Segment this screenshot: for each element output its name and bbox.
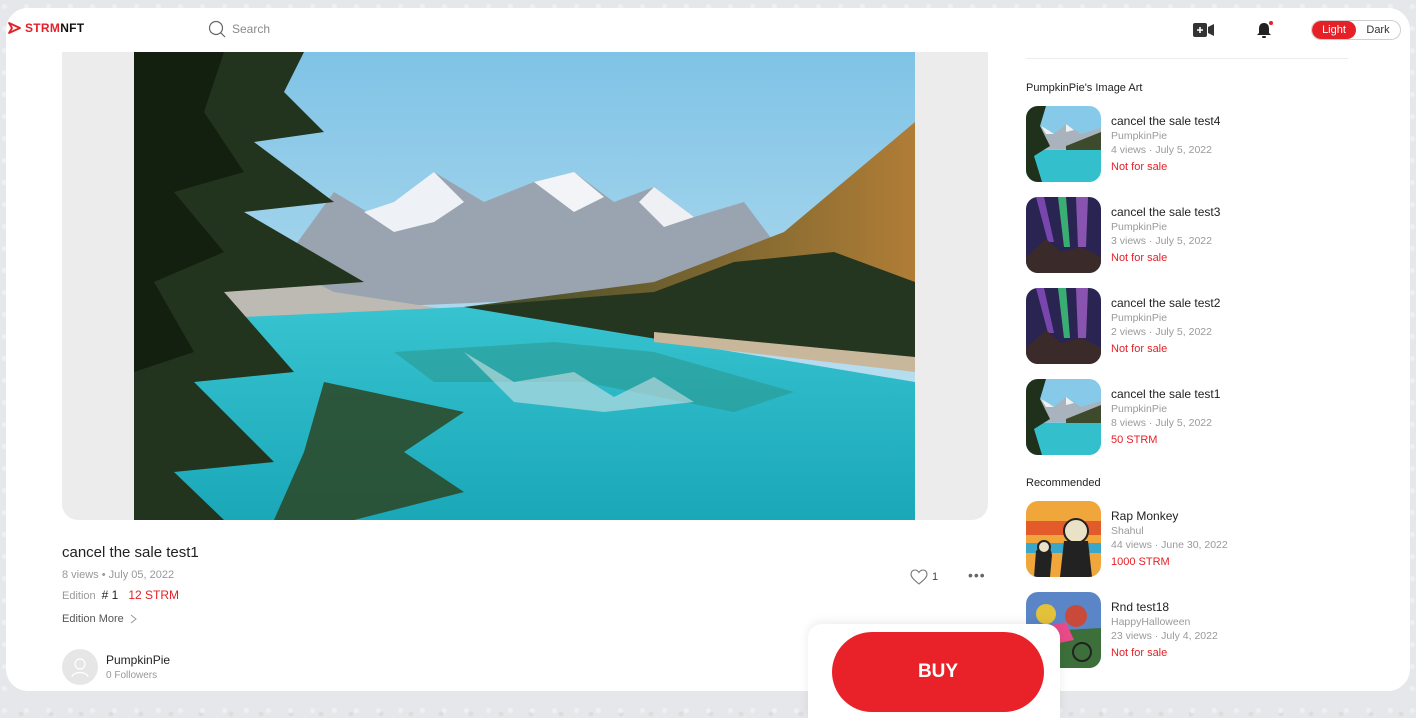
art-list-item[interactable]: Rnd test18 HappyHalloween 23 views · July … bbox=[1026, 592, 1346, 670]
sidebar-section-title: PumpkinPie's Image Art bbox=[1026, 82, 1143, 94]
search-bar bbox=[208, 20, 352, 38]
lake-thumb[interactable] bbox=[1026, 379, 1101, 455]
theme-light-option[interactable]: Light bbox=[1312, 21, 1356, 39]
video-upload-icon[interactable] bbox=[1193, 22, 1215, 38]
item-status: Not for sale bbox=[1111, 343, 1168, 355]
item-title[interactable]: cancel the sale test1 bbox=[1111, 387, 1220, 401]
item-status: 50 STRM bbox=[1111, 434, 1158, 446]
heart-icon bbox=[910, 569, 928, 585]
edition-price: 12 STRM bbox=[128, 588, 180, 602]
art-list-item[interactable]: cancel the sale test3 PumpkinPie 3 views ·… bbox=[1026, 197, 1346, 275]
top-bar: STRMNFT Light Dark bbox=[6, 8, 1410, 52]
edition-more-link[interactable]: Edition More bbox=[62, 613, 137, 625]
item-title[interactable]: cancel the sale test4 bbox=[1111, 114, 1220, 128]
artwork-image[interactable] bbox=[134, 52, 915, 520]
item-title[interactable]: cancel the sale test3 bbox=[1111, 205, 1220, 219]
artwork-meta: 8 views • July 05, 2022 bbox=[62, 569, 175, 581]
item-status: Not for sale bbox=[1111, 252, 1168, 264]
like-button[interactable]: 1 bbox=[910, 569, 938, 585]
logo-text-nft: NFT bbox=[60, 21, 85, 35]
art-list-item[interactable]: cancel the sale test1 PumpkinPie 8 views ·… bbox=[1026, 379, 1346, 457]
avatar[interactable] bbox=[62, 649, 98, 685]
logo-text-strm: STRM bbox=[25, 21, 61, 35]
edition-number: # 1 bbox=[101, 588, 119, 602]
search-input[interactable] bbox=[232, 22, 352, 36]
artwork-title: cancel the sale test1 bbox=[62, 544, 199, 561]
buy-button[interactable]: BUY bbox=[832, 632, 1044, 712]
art-list-item[interactable]: cancel the sale test2 PumpkinPie 2 views ·… bbox=[1026, 288, 1346, 366]
aurora-thumb[interactable] bbox=[1026, 288, 1101, 364]
notification-bell-icon[interactable] bbox=[1256, 20, 1274, 40]
item-creator: PumpkinPie bbox=[1111, 403, 1168, 415]
play-logo-icon bbox=[8, 22, 21, 34]
owner-name[interactable]: PumpkinPie bbox=[106, 653, 170, 667]
item-stats: 23 views · July 4, 2022 bbox=[1111, 630, 1218, 642]
more-options-icon[interactable]: ••• bbox=[968, 567, 986, 583]
edition-info: Edition # 1 12 STRM bbox=[62, 588, 179, 602]
item-creator: PumpkinPie bbox=[1111, 221, 1168, 233]
like-count: 1 bbox=[932, 571, 939, 583]
item-status: Not for sale bbox=[1111, 647, 1168, 659]
item-creator: HappyHalloween bbox=[1111, 616, 1191, 628]
item-title[interactable]: Rap Monkey bbox=[1111, 509, 1228, 523]
chevron-right-icon bbox=[130, 614, 137, 624]
art-list-item[interactable]: cancel the sale test4 PumpkinPie 4 views ·… bbox=[1026, 106, 1346, 184]
item-creator: PumpkinPie bbox=[1111, 130, 1168, 142]
sidebar-divider bbox=[1026, 58, 1348, 59]
item-creator: Shahul bbox=[1111, 525, 1144, 537]
monkey-thumb[interactable] bbox=[1026, 501, 1101, 577]
lake-thumb[interactable] bbox=[1026, 106, 1101, 182]
owner-info[interactable]: PumpkinPie 0 Followers bbox=[62, 649, 170, 685]
theme-toggle[interactable]: Light Dark bbox=[1311, 20, 1401, 40]
item-title[interactable]: Rnd test18 bbox=[1111, 600, 1218, 614]
item-stats: 4 views · July 5, 2022 bbox=[1111, 144, 1212, 156]
item-stats: 2 views · July 5, 2022 bbox=[1111, 326, 1212, 338]
artwork-media-frame bbox=[62, 52, 988, 520]
app-window: STRMNFT Light Dark bbox=[6, 8, 1410, 691]
item-stats: 8 views · July 5, 2022 bbox=[1111, 417, 1212, 429]
art-list-item[interactable]: Rap Monkey Shahul 44 views · June 30, 2022… bbox=[1026, 501, 1346, 579]
buy-panel: BUY bbox=[808, 624, 1060, 718]
item-creator: PumpkinPie bbox=[1111, 312, 1168, 324]
theme-dark-option[interactable]: Dark bbox=[1356, 21, 1400, 39]
search-icon[interactable] bbox=[208, 20, 226, 38]
edition-label: Edition bbox=[62, 590, 96, 602]
edition-more-label: Edition More bbox=[62, 613, 124, 625]
item-stats: 3 views · July 5, 2022 bbox=[1111, 235, 1212, 247]
item-status: Not for sale bbox=[1111, 161, 1168, 173]
owner-followers: 0 Followers bbox=[106, 670, 158, 681]
aurora-thumb[interactable] bbox=[1026, 197, 1101, 273]
logo[interactable]: STRM NFT bbox=[8, 21, 84, 35]
item-status: 1000 STRM bbox=[1111, 556, 1170, 568]
item-title[interactable]: cancel the sale test2 bbox=[1111, 296, 1220, 310]
recommended-title: Recommended bbox=[1026, 477, 1101, 489]
user-placeholder-icon bbox=[71, 658, 89, 678]
item-stats: 44 views · June 30, 2022 bbox=[1111, 539, 1228, 551]
